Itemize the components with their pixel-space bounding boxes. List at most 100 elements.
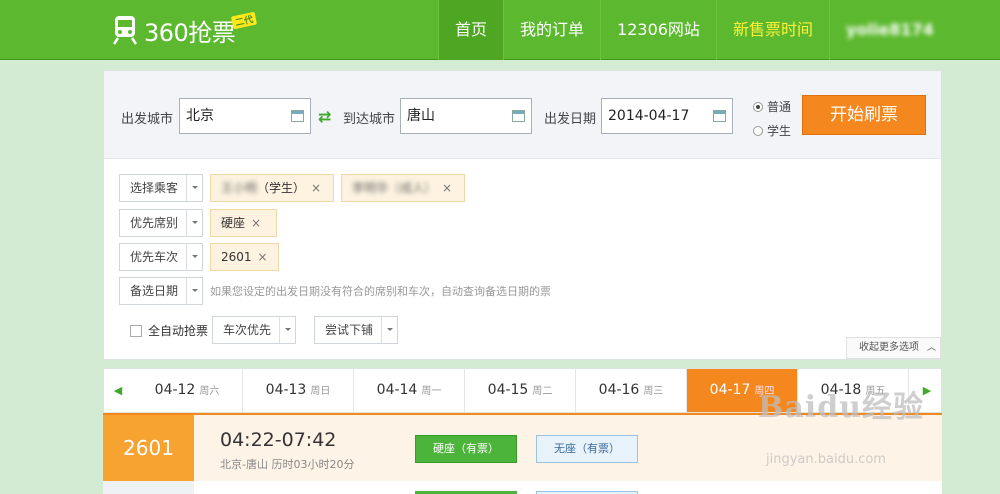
radio-student-label: 学生 bbox=[767, 124, 792, 138]
remove-tag-icon[interactable]: × bbox=[251, 216, 261, 230]
train-dropdown[interactable]: 优先车次 bbox=[119, 243, 203, 271]
train-time: 04:22-07:42 bbox=[220, 429, 337, 451]
date-tab[interactable]: 04-14 周一 bbox=[354, 369, 465, 412]
start-button[interactable]: 开始刷票 bbox=[802, 95, 926, 135]
date-tab[interactable]: 04-16 周三 bbox=[576, 369, 687, 412]
date-tab-weekday: 周二 bbox=[532, 386, 553, 397]
date-tab-date: 04-17 bbox=[709, 382, 751, 398]
nav-12306[interactable]: 12306网站 bbox=[600, 0, 716, 60]
date-tab-weekday: 周日 bbox=[310, 386, 331, 397]
swap-cities-icon[interactable]: ⇄ bbox=[318, 107, 331, 126]
date-tab[interactable]: 04-15 周二 bbox=[465, 369, 576, 412]
seat-class-value: 硬座 bbox=[221, 216, 246, 230]
train-number: 2601 bbox=[103, 415, 194, 481]
seat-hard-button[interactable]: 硬座（有票） bbox=[415, 435, 517, 463]
date-tab[interactable]: 04-12 周六 bbox=[132, 369, 243, 412]
passenger-tag: 王小明（学生） × bbox=[210, 174, 334, 202]
logo[interactable]: 360抢票 bbox=[112, 12, 236, 48]
backup-date-hint: 如果您设定的出发日期没有符合的席别和车次，自动查询备选日期的票 bbox=[210, 285, 551, 298]
radio-normal[interactable]: 普通 bbox=[753, 98, 791, 115]
auto-grab-checkbox[interactable]: 全自动抢票 bbox=[130, 322, 208, 339]
berth-dropdown[interactable]: 尝试下铺 bbox=[314, 316, 398, 344]
train-number bbox=[103, 481, 194, 494]
train-tag-value: 2601 bbox=[221, 250, 252, 264]
search-panel: 出发城市 北京 ⇄ 到达城市 唐山 出发日期 2014-04-17 普通 学生 … bbox=[103, 70, 942, 360]
from-city-input[interactable]: 北京 bbox=[179, 98, 311, 134]
auto-grab-label: 全自动抢票 bbox=[148, 324, 209, 338]
radio-dot-checked bbox=[753, 101, 763, 112]
logo-text: 360抢票 bbox=[144, 18, 236, 47]
chevron-up-icon: ︿ bbox=[926, 343, 936, 353]
prev-date-icon[interactable]: ◀ bbox=[104, 369, 132, 412]
date-tab-date: 04-18 bbox=[820, 382, 862, 398]
passenger-name: 王小明 bbox=[221, 181, 258, 195]
passenger-note: （学生） bbox=[257, 181, 306, 195]
chevron-down-icon bbox=[279, 317, 295, 343]
nav-home[interactable]: 首页 bbox=[438, 0, 504, 60]
chevron-down-icon bbox=[186, 244, 202, 270]
checkbox-box bbox=[130, 324, 142, 337]
city-picker-icon[interactable] bbox=[291, 110, 304, 122]
calendar-icon[interactable] bbox=[713, 110, 726, 122]
train-dropdown-label: 优先车次 bbox=[130, 250, 179, 264]
seat-class-tag: 硬座 × bbox=[210, 209, 277, 237]
date-tab-weekday: 周六 bbox=[199, 386, 220, 397]
to-city-input[interactable]: 唐山 bbox=[400, 98, 532, 134]
remove-tag-icon[interactable]: × bbox=[311, 181, 321, 195]
radio-student[interactable]: 学生 bbox=[753, 122, 791, 139]
chevron-down-icon bbox=[186, 278, 202, 304]
main-nav: 首页 我的订单 12306网站 新售票时间 yolie8174 bbox=[438, 0, 950, 60]
train-row[interactable] bbox=[103, 481, 942, 494]
to-city-value: 唐山 bbox=[407, 108, 435, 124]
from-city-label: 出发城市 bbox=[121, 112, 174, 127]
remove-tag-icon[interactable]: × bbox=[258, 250, 268, 264]
nav-my-orders[interactable]: 我的订单 bbox=[503, 0, 600, 60]
next-date-icon[interactable]: ▶ bbox=[913, 369, 941, 412]
date-value: 2014-04-17 bbox=[608, 108, 690, 124]
remove-tag-icon[interactable]: × bbox=[442, 181, 452, 195]
date-tab-date: 04-14 bbox=[376, 382, 418, 398]
top-header: 360抢票 二代 首页 我的订单 12306网站 新售票时间 yolie8174 bbox=[0, 0, 1000, 60]
date-tab-weekday: 周四 bbox=[754, 386, 775, 397]
train-row[interactable]: 2601 04:22-07:42 北京-唐山 历时03小时20分 硬座（有票） … bbox=[103, 413, 942, 481]
date-tab-date: 04-12 bbox=[154, 382, 196, 398]
search-bar: 出发城市 北京 ⇄ 到达城市 唐山 出发日期 2014-04-17 普通 学生 … bbox=[104, 71, 941, 159]
passenger-note: （成人） bbox=[388, 181, 437, 195]
passenger-dropdown[interactable]: 选择乘客 bbox=[119, 174, 203, 202]
date-tab-weekday: 周一 bbox=[421, 386, 442, 397]
collapse-label: 收起更多选项 bbox=[858, 342, 919, 353]
priority-dropdown-label: 车次优先 bbox=[223, 323, 272, 337]
date-tab-weekday: 周三 bbox=[643, 386, 664, 397]
date-tab-date: 04-13 bbox=[265, 382, 307, 398]
train-tag: 2601 × bbox=[210, 243, 279, 271]
date-tab-date: 04-16 bbox=[598, 382, 640, 398]
date-tab[interactable]: 04-13 周日 bbox=[243, 369, 354, 412]
date-bar: ◀ 04-12 周六 04-13 周日 04-14 周一 04-15 周二 04-16 周… bbox=[103, 368, 942, 413]
passenger-dropdown-label: 选择乘客 bbox=[130, 181, 179, 195]
nav-new-sale-time[interactable]: 新售票时间 bbox=[715, 0, 829, 60]
date-tab-weekday: 周五 bbox=[865, 386, 886, 397]
seat-none-button[interactable]: 无座（有票） bbox=[536, 435, 638, 463]
from-city-value: 北京 bbox=[186, 108, 214, 124]
date-label: 出发日期 bbox=[544, 112, 597, 127]
backup-date-dropdown-label: 备选日期 bbox=[130, 284, 179, 298]
collapse-options-button[interactable]: 收起更多选项 ︿ bbox=[845, 337, 941, 359]
berth-dropdown-label: 尝试下铺 bbox=[325, 323, 374, 337]
to-city-label: 到达城市 bbox=[343, 112, 396, 127]
seat-class-dropdown-label: 优先席别 bbox=[130, 216, 179, 230]
date-tab-active[interactable]: 04-17 周四 bbox=[687, 369, 798, 412]
passenger-name: 李明华 bbox=[352, 181, 389, 195]
date-input[interactable]: 2014-04-17 bbox=[601, 98, 733, 134]
date-tab-date: 04-15 bbox=[487, 382, 529, 398]
passenger-tag: 李明华（成人） × bbox=[341, 174, 465, 202]
username: yolie8174 bbox=[845, 20, 934, 39]
date-tab[interactable]: 04-18 周五 bbox=[798, 369, 909, 412]
seat-class-dropdown[interactable]: 优先席别 bbox=[119, 209, 203, 237]
city-picker-icon[interactable] bbox=[512, 110, 525, 122]
backup-date-dropdown[interactable]: 备选日期 bbox=[119, 277, 203, 305]
priority-dropdown[interactable]: 车次优先 bbox=[212, 316, 296, 344]
chevron-down-icon bbox=[186, 175, 202, 201]
nav-user[interactable]: yolie8174 bbox=[828, 0, 950, 60]
chevron-down-icon bbox=[186, 210, 202, 236]
chevron-down-icon bbox=[381, 317, 397, 343]
